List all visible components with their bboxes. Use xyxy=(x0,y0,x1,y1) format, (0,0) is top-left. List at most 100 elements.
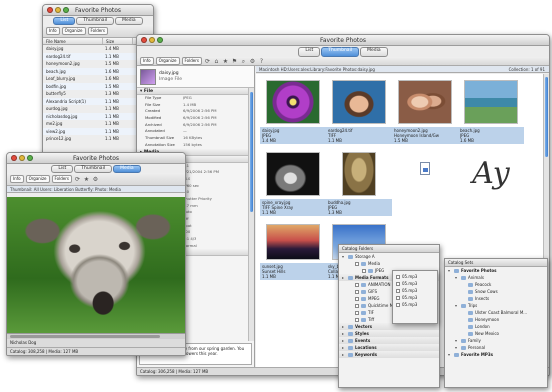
disclosure-icon[interactable]: ▸ xyxy=(342,323,346,330)
checkbox[interactable] xyxy=(355,310,359,315)
disclosure-icon[interactable]: ▾ xyxy=(448,267,452,274)
tree-item[interactable]: ▾ Family xyxy=(445,337,547,344)
checkbox[interactable] xyxy=(396,274,400,279)
tab-media[interactable]: Media xyxy=(115,17,143,25)
checkbox[interactable] xyxy=(396,302,400,307)
organize-button[interactable]: Organize xyxy=(155,57,180,65)
tree-item[interactable]: ▾ Favorite Photos xyxy=(445,267,547,274)
disclosure-icon[interactable]: ▾ xyxy=(455,344,459,351)
checkbox[interactable] xyxy=(355,282,359,287)
thumbnail-item[interactable]: daisy.jpg JPEG 1.4 MB xyxy=(260,80,326,144)
list-item[interactable]: 05.mp3 xyxy=(393,301,437,308)
disclosure-icon[interactable]: ▾ xyxy=(448,351,452,358)
thumbnail-item[interactable]: Ay xyxy=(458,152,524,196)
disclosure-icon[interactable]: ▸ xyxy=(342,351,346,358)
tree-item[interactable]: Honeymoon xyxy=(445,316,547,323)
list-item-label: 05.mp3 xyxy=(402,295,418,300)
tree-item[interactable]: ▸ Vectors xyxy=(339,323,439,330)
disclosure-icon[interactable]: ▾ xyxy=(455,274,459,281)
checkbox[interactable] xyxy=(396,281,400,286)
tree-item[interactable]: ▾ Trips xyxy=(445,302,547,309)
thumbnail-item[interactable]: sunset.jpg Sunset Hills 1.1 MB xyxy=(260,224,326,280)
tree-item[interactable]: Peacock xyxy=(445,281,547,288)
checkbox[interactable] xyxy=(355,261,359,266)
disclosure-icon[interactable]: ▸ xyxy=(342,274,346,281)
organize-button[interactable]: Organize xyxy=(61,27,86,35)
folders-button[interactable]: Folders xyxy=(87,27,108,35)
tree-item[interactable]: Ulster Coast Balmoral M... xyxy=(445,309,547,316)
tab-list[interactable]: List xyxy=(51,165,74,173)
thumbnail-item[interactable] xyxy=(392,162,458,175)
tab-media[interactable]: Media xyxy=(360,47,388,57)
thumbnail-item[interactable]: beach.jpg JPEG 1.6 MB xyxy=(458,80,524,144)
disclosure-icon[interactable]: ▸ xyxy=(342,344,346,351)
tree-item[interactable]: Snow Cows xyxy=(445,288,547,295)
tree-item-label: MPEG xyxy=(368,296,380,301)
tree-item[interactable]: London xyxy=(445,323,547,330)
list-item[interactable]: 05.mp3 xyxy=(393,287,437,294)
tree-item[interactable]: Insects xyxy=(445,295,547,302)
tab-list[interactable]: List xyxy=(53,17,76,25)
tree-item[interactable]: ▸ Styles xyxy=(339,330,439,337)
disclosure-icon[interactable]: ▸ xyxy=(342,337,346,344)
column-filename[interactable]: File Name xyxy=(43,38,103,44)
panel-title: Catalog Folders xyxy=(339,245,439,253)
help-icon[interactable]: ? xyxy=(258,58,265,65)
tab-list[interactable]: List xyxy=(298,47,321,57)
home-icon[interactable]: ⌂ xyxy=(213,58,220,65)
checkbox[interactable] xyxy=(396,295,400,300)
thumbnail-item[interactable]: eardog24.tif TIFF 1.1 MB xyxy=(326,80,392,144)
gear-icon[interactable]: ⚙ xyxy=(92,176,99,183)
list-item[interactable]: 05.mp3 xyxy=(393,280,437,287)
checkbox[interactable] xyxy=(355,296,359,301)
disclosure-icon[interactable]: ▸ xyxy=(342,330,346,337)
disclosure-icon[interactable]: ▾ xyxy=(342,253,346,260)
tree-item[interactable]: Media xyxy=(339,260,439,267)
star-icon[interactable]: ★ xyxy=(83,176,90,183)
gear-icon[interactable]: ⚙ xyxy=(249,58,256,65)
star-icon[interactable]: ★ xyxy=(222,58,229,65)
tree-item[interactable]: ▸ Locations xyxy=(339,344,439,351)
list-item[interactable]: 05.mp3 xyxy=(393,294,437,301)
titlebar[interactable]: Favorite Photos xyxy=(137,35,549,46)
refresh-icon[interactable]: ⟳ xyxy=(74,176,81,183)
folders-button[interactable]: Folders xyxy=(51,175,72,183)
tree-item[interactable]: New Mexico xyxy=(445,330,547,337)
flag-icon[interactable]: ⚑ xyxy=(231,58,238,65)
tab-thumbnail[interactable]: Thumbnail xyxy=(321,47,360,57)
tree-item[interactable]: ▾ Personal xyxy=(445,344,547,351)
thumbnail-item[interactable]: spine_xray.jpg TIFF Spine Xray 1.1 MB xyxy=(260,152,326,216)
organize-button[interactable]: Organize xyxy=(25,175,50,183)
inspector-scrollbar[interactable] xyxy=(248,88,254,341)
info-button[interactable]: Info xyxy=(46,27,60,35)
thumbnail-item[interactable]: buddha.jpg JPEG 1.3 MB xyxy=(326,152,392,216)
search-icon[interactable]: ⌕ xyxy=(240,58,247,65)
checkbox[interactable] xyxy=(355,289,359,294)
disclosure-icon[interactable]: ▾ xyxy=(455,302,459,309)
checkbox[interactable] xyxy=(355,303,359,308)
titlebar[interactable]: Favorite Photos xyxy=(43,5,153,16)
tree-item[interactable]: ▸ Events xyxy=(339,337,439,344)
titlebar[interactable]: Favorite Photos xyxy=(7,153,185,164)
tree-item-root[interactable]: ▾ Storage A xyxy=(339,253,439,260)
folders-button[interactable]: Folders xyxy=(181,57,202,65)
tab-thumbnail[interactable]: Thumbnail xyxy=(76,17,115,25)
list-item[interactable]: 05.mp3 xyxy=(393,273,437,280)
thumbnail-item[interactable]: honeymoon2.jpg Honeymoon Island/Gw 1.5 MB xyxy=(392,80,458,144)
tab-media[interactable]: Media xyxy=(113,165,141,173)
tree-item[interactable]: ▾ Animals xyxy=(445,274,547,281)
tab-thumbnail[interactable]: Thumbnail xyxy=(74,165,113,173)
checkbox[interactable] xyxy=(362,268,366,273)
column-size[interactable]: Size xyxy=(103,38,133,44)
disclosure-icon[interactable]: ▾ xyxy=(455,337,459,344)
tree-item[interactable]: ▸ Keywords xyxy=(339,351,439,358)
info-button[interactable]: Info xyxy=(140,57,154,65)
window-media-view: Favorite Photos List Thumbnail Media Inf… xyxy=(6,152,186,356)
checkbox[interactable] xyxy=(396,288,400,293)
info-button[interactable]: Info xyxy=(10,175,24,183)
checkbox[interactable] xyxy=(355,317,359,322)
section-file[interactable]: ▾ File xyxy=(137,88,254,95)
tree-item[interactable]: ▾ Favorite MP3s xyxy=(445,351,547,358)
tree-item-label: London xyxy=(475,324,490,329)
refresh-icon[interactable]: ⟳ xyxy=(204,58,211,65)
